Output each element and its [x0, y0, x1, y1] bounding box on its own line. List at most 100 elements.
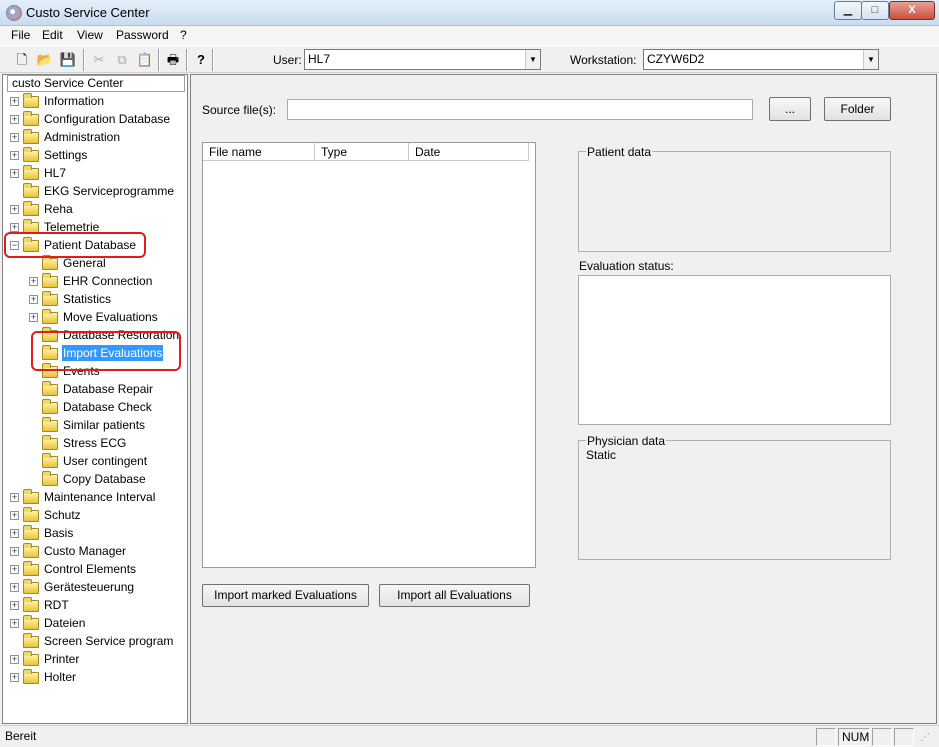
expand-icon[interactable]: +: [10, 583, 19, 592]
evaluation-status-box: [578, 275, 891, 425]
folder-icon: [23, 129, 39, 144]
tree-item-label: Reha: [44, 202, 73, 216]
physician-data-value: Static: [586, 448, 617, 462]
expand-icon[interactable]: +: [10, 133, 19, 142]
maximize-button[interactable]: □: [861, 1, 889, 20]
expand-icon[interactable]: +: [10, 151, 19, 160]
chevron-down-icon[interactable]: ▼: [525, 50, 540, 69]
expand-icon[interactable]: +: [10, 547, 19, 556]
tree-item-label: EHR Connection: [63, 274, 153, 288]
status-panel-scrl: [872, 728, 892, 746]
chevron-down-icon[interactable]: ▼: [863, 50, 878, 69]
expand-icon[interactable]: +: [10, 115, 19, 124]
tree-item-label: Database Repair: [63, 382, 154, 396]
status-panel-caps: [816, 728, 836, 746]
tree-item-label: Dateien: [44, 616, 86, 630]
source-files-label: Source file(s):: [202, 103, 277, 117]
folder-icon: [23, 111, 39, 126]
folder-icon: [42, 435, 58, 450]
highlight-import-evaluations: [31, 331, 181, 371]
folder-icon: [23, 561, 39, 576]
expand-icon[interactable]: +: [10, 493, 19, 502]
folder-icon: [42, 471, 58, 486]
file-list[interactable]: File name Type Date: [202, 142, 536, 568]
column-header-file-name[interactable]: File name: [203, 143, 315, 161]
folder-icon: [23, 579, 39, 594]
save-icon[interactable]: 💾: [58, 50, 78, 70]
folder-icon: [23, 615, 39, 630]
tree-item-label: Gerätesteuerung: [44, 580, 135, 594]
user-label: User:: [273, 53, 302, 67]
workstation-value: CZYW6D2: [647, 52, 705, 66]
paste-icon[interactable]: 📋: [135, 50, 155, 70]
expand-icon[interactable]: +: [10, 619, 19, 628]
expand-icon[interactable]: +: [10, 205, 19, 214]
tree-root[interactable]: custo Service Center: [7, 75, 185, 92]
status-panel-extra: [894, 728, 914, 746]
expand-icon[interactable]: +: [10, 529, 19, 538]
expand-icon[interactable]: +: [10, 673, 19, 682]
evaluation-status-label: Evaluation status:: [579, 259, 674, 273]
folder-icon: [23, 669, 39, 684]
browse-button[interactable]: ...: [769, 97, 811, 121]
tree-item-label: Custo Manager: [44, 544, 127, 558]
folder-icon: [42, 309, 58, 324]
copy-icon[interactable]: ⧉: [112, 50, 132, 70]
folder-button[interactable]: Folder: [824, 97, 891, 121]
status-bar: Bereit NUM ⋰: [0, 725, 939, 747]
folder-icon: [23, 651, 39, 666]
tree-item-label: User contingent: [63, 454, 148, 468]
expand-icon[interactable]: +: [29, 313, 38, 322]
tree-item-label: HL7: [44, 166, 67, 180]
menu-help[interactable]: ?: [180, 28, 187, 42]
expand-icon[interactable]: +: [10, 565, 19, 574]
expand-icon[interactable]: +: [10, 655, 19, 664]
status-text: Bereit: [5, 729, 37, 743]
workstation-label: Workstation:: [570, 53, 637, 67]
resize-grip-icon[interactable]: ⋰: [920, 732, 930, 743]
physician-data-title: Physician data: [586, 434, 667, 448]
expand-icon[interactable]: +: [29, 295, 38, 304]
workstation-combobox[interactable]: CZYW6D2 ▼: [643, 49, 879, 70]
tree-item-label: EKG Serviceprogramme: [44, 184, 175, 198]
folder-icon: [23, 543, 39, 558]
menu-file[interactable]: File: [11, 28, 30, 42]
expand-icon[interactable]: +: [10, 601, 19, 610]
expand-icon[interactable]: +: [10, 511, 19, 520]
folder-icon: [42, 381, 58, 396]
import-marked-evaluations-button[interactable]: Import marked Evaluations: [202, 584, 369, 607]
tree-item-label: Administration: [44, 130, 121, 144]
menu-view[interactable]: View: [77, 28, 103, 42]
import-all-evaluations-button[interactable]: Import all Evaluations: [379, 584, 530, 607]
print-icon[interactable]: 🖶: [163, 50, 183, 70]
tree-item-label: Schutz: [44, 508, 81, 522]
user-combobox[interactable]: HL7 ▼: [304, 49, 541, 70]
source-files-input[interactable]: [287, 99, 753, 120]
folder-icon: [23, 201, 39, 216]
column-header-date[interactable]: Date: [409, 143, 529, 161]
column-header-type[interactable]: Type: [315, 143, 409, 161]
toolbar-separator: [212, 49, 214, 71]
menu-edit[interactable]: Edit: [42, 28, 63, 42]
cut-icon[interactable]: ✂: [89, 50, 109, 70]
expand-icon[interactable]: +: [10, 223, 19, 232]
menu-password[interactable]: Password: [116, 28, 169, 42]
folder-icon: [42, 273, 58, 288]
toolbar: 🗋 📂 💾 ✂ ⧉ 📋 🖶 ? User: HL7 ▼ Workstation:…: [0, 45, 939, 73]
tree-item-label: Control Elements: [44, 562, 137, 576]
open-icon[interactable]: 📂: [35, 50, 55, 70]
tree-item-label: Similar patients: [63, 418, 146, 432]
close-button[interactable]: X: [889, 1, 935, 20]
physician-data-group: Physician data Static: [578, 434, 891, 560]
tree-item-label: Maintenance Interval: [44, 490, 156, 504]
app-icon: [6, 5, 22, 21]
minimize-button[interactable]: ▁: [834, 1, 862, 20]
help-icon[interactable]: ?: [191, 50, 211, 70]
new-icon[interactable]: 🗋: [12, 50, 32, 70]
toolbar-separator: [186, 49, 188, 71]
folder-icon: [42, 291, 58, 306]
expand-icon[interactable]: +: [10, 97, 19, 106]
patient-data-group: Patient data: [578, 145, 891, 252]
expand-icon[interactable]: +: [29, 277, 38, 286]
expand-icon[interactable]: +: [10, 169, 19, 178]
